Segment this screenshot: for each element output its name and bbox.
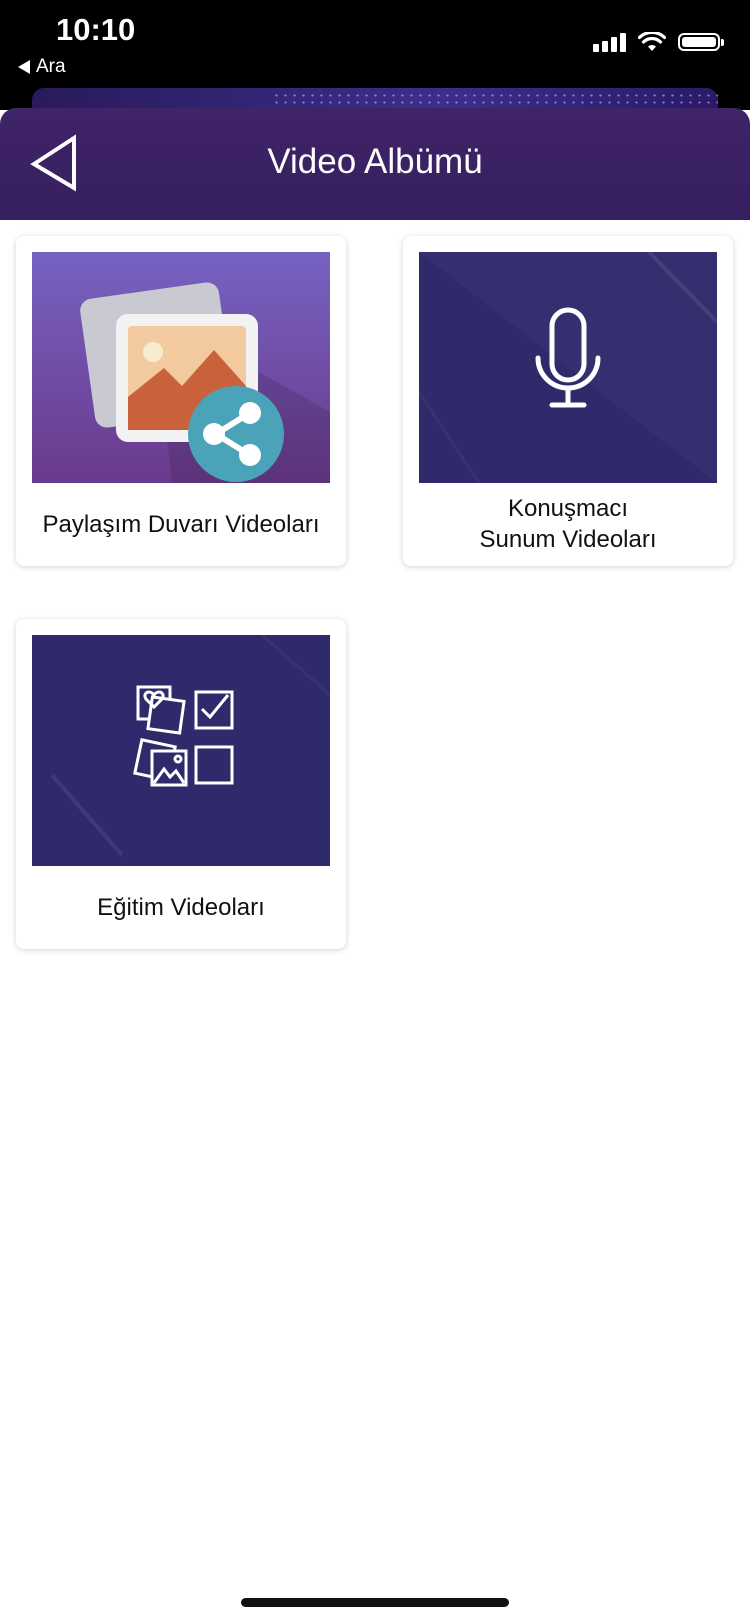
back-to-app-link[interactable]: Ara bbox=[18, 56, 66, 78]
microphone-icon bbox=[419, 252, 717, 483]
battery-icon bbox=[678, 33, 724, 51]
back-arrow-icon bbox=[18, 60, 30, 74]
card-sharing-wall-videos[interactable]: Paylaşım Duvarı Videoları bbox=[16, 236, 346, 566]
app-header: Video Albümü bbox=[0, 108, 750, 220]
card-thumbnail bbox=[32, 252, 330, 483]
card-label: Paylaşım Duvarı Videoları bbox=[42, 510, 320, 538]
back-app-label: Ara bbox=[36, 56, 66, 77]
card-training-videos[interactable]: Eğitim Videoları bbox=[16, 619, 346, 949]
card-label: Eğitim Videoları bbox=[97, 893, 265, 921]
wifi-icon bbox=[638, 32, 666, 51]
status-time: 10:10 bbox=[56, 12, 136, 47]
cellular-signal-icon bbox=[593, 32, 626, 52]
card-speaker-presentation-videos[interactable]: Konuşmacı Sunum Videoları bbox=[403, 236, 733, 566]
card-thumbnail bbox=[419, 252, 717, 483]
training-grid-icon bbox=[32, 635, 330, 866]
home-indicator[interactable] bbox=[241, 1598, 509, 1607]
page-title: Video Albümü bbox=[267, 142, 483, 181]
photo-share-icon bbox=[32, 252, 330, 483]
card-label: Konuşmacı Sunum Videoları bbox=[479, 495, 657, 553]
status-icons bbox=[593, 32, 724, 52]
card-thumbnail bbox=[32, 635, 330, 866]
